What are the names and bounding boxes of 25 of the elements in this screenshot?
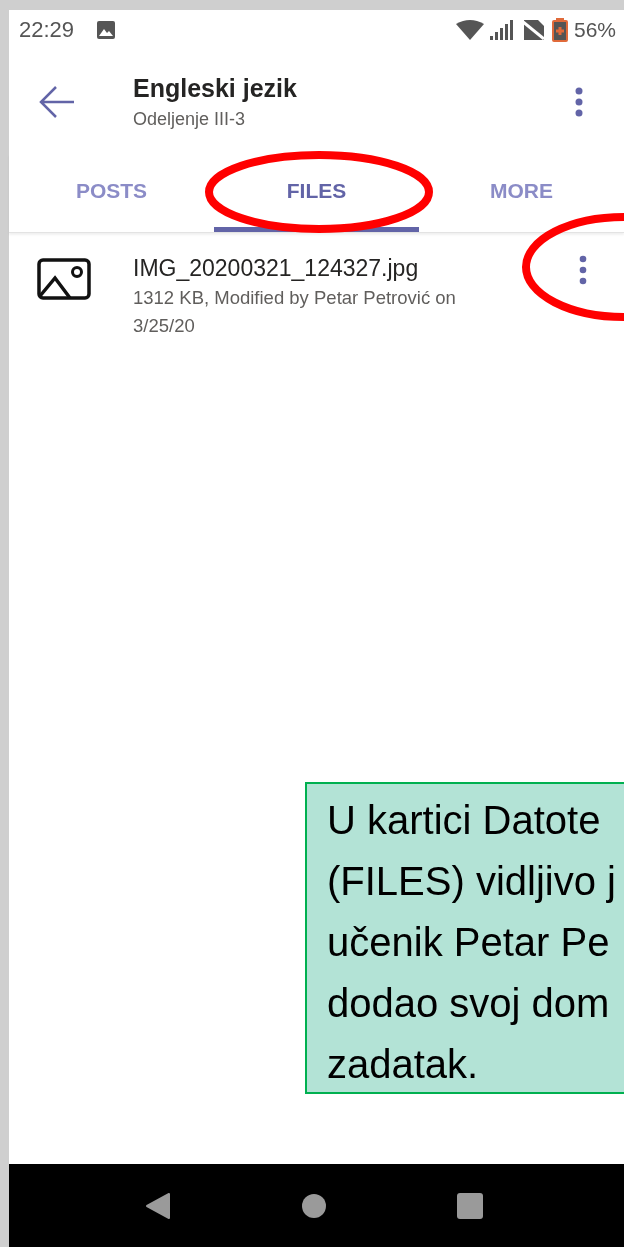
battery-percent: 56% — [573, 18, 616, 42]
back-triangle-icon[interactable] — [144, 1191, 171, 1220]
channel-subtitle: Odeljenje III-3 — [133, 109, 247, 130]
recents-square-icon[interactable] — [456, 1192, 483, 1219]
callout-text: učenik Petar Pe — [327, 919, 611, 966]
callout-text: U kartici Datote — [327, 797, 602, 844]
more-options-button[interactable] — [575, 87, 583, 117]
status-time: 22:29 — [19, 17, 75, 43]
back-button[interactable] — [38, 85, 76, 119]
signal-icon — [489, 20, 516, 40]
file-options-button[interactable] — [579, 255, 587, 285]
image-file-icon — [37, 258, 91, 300]
tab[interactable]: POSTS — [9, 154, 214, 232]
no-sim-icon — [521, 20, 546, 40]
file-name[interactable]: IMG_20200321_124327.jpg — [133, 255, 579, 282]
file-details: 1312 KB, Modified by Petar Petrović on 3/25/20 — [133, 286, 457, 338]
tab[interactable]: MORE — [419, 154, 624, 232]
wifi-icon — [455, 20, 484, 40]
callout-text: (FILES) vidljivo j — [327, 858, 617, 905]
image-icon — [96, 20, 117, 40]
home-circle-icon[interactable] — [300, 1192, 327, 1219]
battery-icon — [551, 18, 568, 42]
channel-title: Engleski jezik — [133, 74, 298, 103]
callout-text: zadatak. — [327, 1041, 480, 1088]
callout-text: dodao svoj dom — [327, 980, 611, 1027]
